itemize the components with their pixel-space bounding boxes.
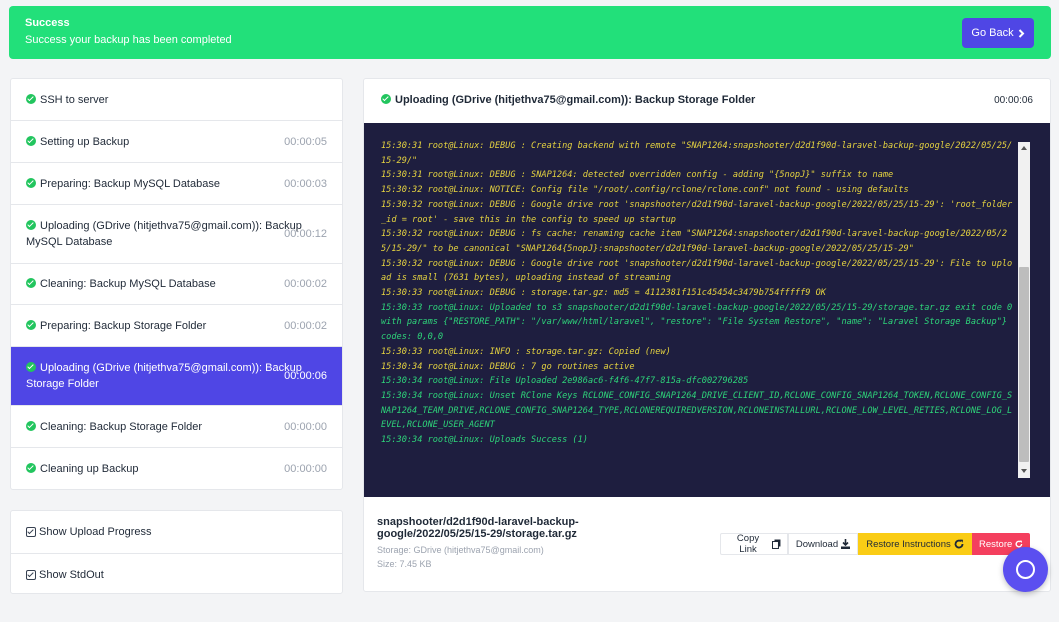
check-circle-icon bbox=[26, 93, 36, 104]
step-item[interactable]: Setting up Backup 00:00:05 bbox=[11, 121, 342, 163]
scroll-down-icon[interactable] bbox=[1018, 464, 1030, 478]
download-icon bbox=[841, 539, 851, 549]
log-line: 15:30:34 root@Linux: Uploads Success (1) bbox=[381, 435, 588, 446]
step-detail-panel: Uploading (GDrive (hitjethva75@gmail.com… bbox=[363, 78, 1051, 592]
check-circle-icon bbox=[26, 463, 36, 473]
log-line: 15:30:33 root@Linux: INFO : storage.tar.… bbox=[381, 346, 671, 357]
copy-icon bbox=[772, 539, 781, 549]
step-time: 00:00:06 bbox=[284, 370, 327, 382]
check-circle-icon bbox=[26, 278, 36, 288]
steps-list: SSH to server Setting up Backup 00:00:05… bbox=[10, 78, 343, 490]
log-line: 15:30:33 root@Linux: DEBUG : storage.tar… bbox=[381, 288, 826, 299]
step-label: Cleaning: Backup Storage Folder bbox=[40, 420, 203, 433]
success-banner: Success Success your backup has been com… bbox=[9, 6, 1051, 59]
backup-file-name: snapshooter/d2d1f90d-laravel-backup-goog… bbox=[377, 516, 579, 540]
banner-message: Success your backup has been completed bbox=[25, 34, 232, 46]
step-time: 00:00:03 bbox=[284, 177, 327, 190]
step-label: Cleaning up Backup bbox=[40, 463, 139, 475]
step-item[interactable]: Preparing: Backup Storage Folder 00:00:0… bbox=[11, 305, 342, 347]
panel-header: Uploading (GDrive (hitjethva75@gmail.com… bbox=[364, 79, 1050, 123]
panel-time: 00:00:06 bbox=[994, 95, 1033, 106]
step-time: 00:00:02 bbox=[284, 278, 327, 290]
check-circle-icon bbox=[26, 177, 36, 188]
log-line: 15:30:33 root@Linux: Uploaded to s3 snap… bbox=[381, 302, 1017, 343]
step-time: 00:00:02 bbox=[284, 319, 327, 332]
step-item[interactable]: Cleaning up Backup 00:00:00 bbox=[11, 448, 342, 489]
log-line: 15:30:32 root@Linux: DEBUG : fs cache: r… bbox=[381, 229, 1008, 254]
backup-file-size: Size: 7.45 KB bbox=[377, 559, 432, 569]
step-label: Preparing: Backup Storage Folder bbox=[40, 319, 207, 332]
step-label: Uploading (GDrive (hitjethva75@gmail.com… bbox=[26, 220, 302, 248]
step-item[interactable]: Cleaning: Backup Storage Folder 00:00:00 bbox=[11, 406, 342, 448]
panel-title: Uploading (GDrive (hitjethva75@gmail.com… bbox=[395, 94, 756, 106]
log-scrollbar[interactable] bbox=[1018, 142, 1030, 478]
step-time: 00:00:00 bbox=[284, 463, 327, 475]
go-back-button[interactable]: Go Back bbox=[962, 18, 1034, 48]
check-circle-icon bbox=[26, 420, 36, 431]
scroll-up-icon[interactable] bbox=[1018, 142, 1030, 156]
log-line: 15:30:34 root@Linux: DEBUG : 7 go routin… bbox=[381, 361, 635, 372]
go-back-label: Go Back bbox=[971, 27, 1014, 39]
step-item[interactable]: Preparing: Backup MySQL Database 00:00:0… bbox=[11, 163, 342, 205]
redo-icon bbox=[954, 539, 964, 549]
check-circle-icon bbox=[26, 319, 36, 330]
option-label: Show StdOut bbox=[39, 568, 104, 581]
step-time: 00:00:00 bbox=[284, 420, 327, 433]
checkbox-checked-icon[interactable] bbox=[26, 569, 36, 580]
step-label: Uploading (GDrive (hitjethva75@gmail.com… bbox=[26, 362, 302, 390]
step-label: Cleaning: Backup MySQL Database bbox=[40, 278, 216, 290]
log-line: 15:30:31 root@Linux: DEBUG : SNAP1264: d… bbox=[381, 170, 894, 181]
log-line: 15:30:32 root@Linux: NOTICE: Config file… bbox=[381, 185, 909, 196]
step-time: 00:00:05 bbox=[284, 135, 327, 148]
restore-instructions-button[interactable]: Restore Instructions bbox=[858, 533, 972, 555]
step-time: 00:00:12 bbox=[284, 228, 327, 240]
log-output[interactable]: 15:30:31 root@Linux: DEBUG : Creating ba… bbox=[381, 139, 1017, 479]
step-item-active[interactable]: Uploading (GDrive (hitjethva75@gmail.com… bbox=[11, 347, 342, 406]
check-circle-icon bbox=[26, 362, 36, 372]
checkbox-checked-icon[interactable] bbox=[26, 527, 36, 537]
restore-label: Restore bbox=[979, 538, 1013, 550]
log-line: 15:30:31 root@Linux: DEBUG : Creating ba… bbox=[381, 141, 1013, 166]
log-line: 15:30:32 root@Linux: DEBUG : Google driv… bbox=[381, 199, 1013, 225]
step-label: Preparing: Backup MySQL Database bbox=[40, 177, 220, 190]
option-label: Show Upload Progress bbox=[39, 526, 152, 538]
step-item[interactable]: SSH to server bbox=[11, 79, 342, 121]
step-item[interactable]: Uploading (GDrive (hitjethva75@gmail.com… bbox=[11, 205, 342, 264]
show-upload-progress-option[interactable]: Show Upload Progress bbox=[11, 511, 342, 553]
step-item[interactable]: Cleaning: Backup MySQL Database 00:00:02 bbox=[11, 264, 342, 305]
check-circle-icon bbox=[26, 220, 36, 230]
display-options: Show Upload Progress Show StdOut bbox=[10, 510, 343, 594]
chevron-right-icon bbox=[1018, 28, 1025, 38]
check-circle-icon bbox=[381, 94, 391, 104]
help-chat-button[interactable] bbox=[1003, 547, 1048, 592]
show-stdout-option[interactable]: Show StdOut bbox=[11, 553, 342, 595]
log-line: 15:30:32 root@Linux: DEBUG : Google driv… bbox=[381, 258, 1013, 284]
check-circle-icon bbox=[26, 135, 36, 146]
backup-file-storage: Storage: GDrive (hitjethva75@gmail.com) bbox=[377, 545, 544, 555]
backup-actions: Copy Link Download Restore Instructions … bbox=[720, 533, 1030, 555]
restore-instructions-label: Restore Instructions bbox=[866, 538, 951, 550]
copy-link-button[interactable]: Copy Link bbox=[720, 533, 788, 555]
step-label: Setting up Backup bbox=[40, 135, 130, 148]
log-line: 15:30:34 root@Linux: File Uploaded 2e986… bbox=[381, 376, 749, 387]
download-button[interactable]: Download bbox=[788, 533, 858, 555]
log-console: 15:30:31 root@Linux: DEBUG : Creating ba… bbox=[364, 123, 1050, 497]
step-label: SSH to server bbox=[40, 93, 109, 106]
log-line: 15:30:34 root@Linux: Unset RClone Keys R… bbox=[381, 390, 1013, 431]
scrollbar-thumb[interactable] bbox=[1019, 267, 1029, 462]
download-label: Download bbox=[795, 538, 839, 550]
banner-title: Success bbox=[25, 17, 70, 29]
copy-link-label: Copy Link bbox=[736, 533, 760, 555]
